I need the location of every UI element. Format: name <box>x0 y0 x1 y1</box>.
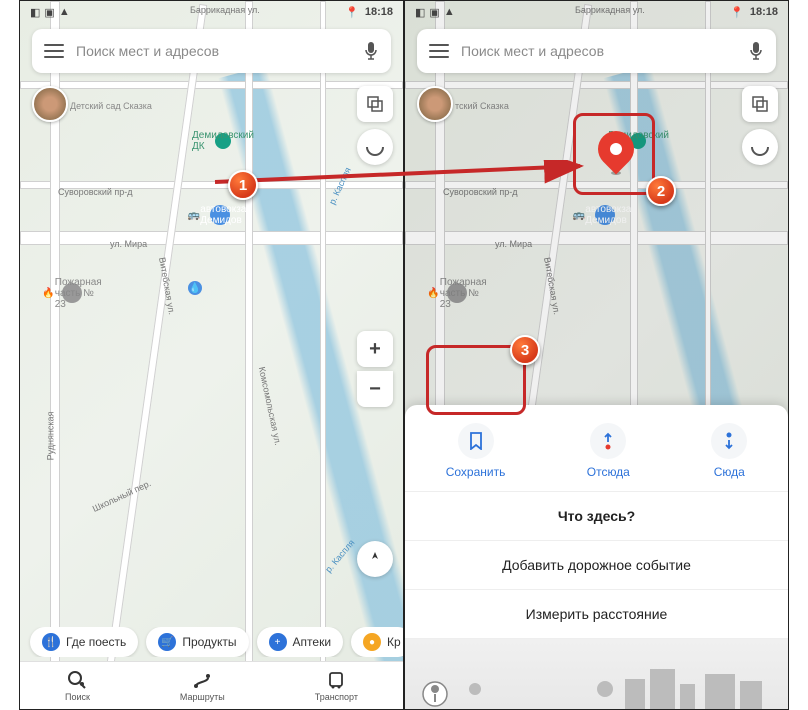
compass-button[interactable] <box>357 541 393 577</box>
sheet-actions: Сохранить Отсюда Сюда <box>405 405 788 491</box>
menu-icon[interactable] <box>44 44 64 58</box>
traffic-button[interactable] <box>357 129 393 165</box>
search-icon <box>67 670 87 690</box>
to-here-button[interactable]: Сюда <box>711 423 747 479</box>
street-label: Суворовский пр-д <box>58 187 133 197</box>
avatar[interactable] <box>32 86 68 122</box>
screenshot-left: ул. Мира Суворовский пр-д Баррикадная ул… <box>19 0 404 710</box>
traffic-button[interactable] <box>742 129 778 165</box>
status-bar: ◧▣▲ 📍 18:18 <box>20 1 403 23</box>
bookmark-icon <box>458 423 494 459</box>
pin-icon <box>591 124 642 175</box>
street-label: ул. Мира <box>110 239 147 249</box>
location-icon: 📍 <box>730 6 744 19</box>
layers-button[interactable] <box>357 86 393 122</box>
food-icon: 🍴 <box>42 633 60 651</box>
status-bar: ◧▣▲ 📍 18:18 <box>405 1 788 23</box>
whats-here-button[interactable]: Что здесь? <box>405 492 788 541</box>
chip-pharmacy[interactable]: +Аптеки <box>257 627 344 657</box>
zoom-out-button[interactable]: − <box>357 371 393 407</box>
add-event-button[interactable]: Добавить дорожное событие <box>405 541 788 590</box>
screenshot-right: ул. Мира Суворовский пр-д Баррикадная ул… <box>404 0 789 710</box>
mic-icon[interactable] <box>748 41 764 61</box>
status-icons-left: ◧▣▲ <box>30 6 70 19</box>
arrow-up-icon <box>590 423 626 459</box>
chip-more[interactable]: ●Кр <box>351 627 403 657</box>
routes-icon <box>192 670 212 690</box>
poi-water[interactable]: 💧 <box>188 281 202 295</box>
mic-icon[interactable] <box>363 41 379 61</box>
measure-button[interactable]: Измерить расстояние <box>405 590 788 639</box>
from-here-button[interactable]: Отсюда <box>587 423 630 479</box>
search-placeholder[interactable]: Поиск мест и адресов <box>76 43 351 59</box>
chip-products[interactable]: 🛒Продукты <box>146 627 248 657</box>
annotation-badge-2: 2 <box>646 176 676 206</box>
status-icons-left: ◧▣▲ <box>415 6 455 19</box>
plus-icon: + <box>269 633 287 651</box>
sheet-list: Что здесь? Добавить дорожное событие Изм… <box>405 491 788 639</box>
map-pin[interactable] <box>598 131 634 175</box>
status-time: 18:18 <box>365 6 393 18</box>
layers-button[interactable] <box>742 86 778 122</box>
poi-culture-house[interactable]: Демидовский ДК <box>215 133 231 149</box>
annotation-badge-1: 1 <box>228 170 258 200</box>
save-button[interactable]: Сохранить <box>446 423 506 479</box>
street-label: Школьный пер. <box>91 478 153 514</box>
location-icon: 📍 <box>345 6 359 19</box>
poi-bus-station[interactable]: 🚌автовокзал Демидов <box>210 205 230 225</box>
cart-icon: 🛒 <box>158 633 176 651</box>
nav-transport[interactable]: Транспорт <box>315 670 358 702</box>
search-bar[interactable]: Поиск мест и адресов <box>32 29 391 73</box>
bottom-nav: Поиск Маршруты Транспорт <box>20 661 403 709</box>
street-label: Комсомольская ул. <box>257 366 283 446</box>
bottom-sheet: Сохранить Отсюда Сюда Что здесь? Добавит… <box>405 405 788 709</box>
skyline-illustration <box>405 659 788 709</box>
arrow-down-icon <box>711 423 747 459</box>
bus-icon <box>326 670 346 690</box>
menu-icon[interactable] <box>429 44 449 58</box>
poi-kindergarten-label: Детский сад Сказка <box>70 101 152 111</box>
poi-fire-station[interactable]: 🔥Пожарная часть № 23 <box>62 283 82 303</box>
annotation-badge-3: 3 <box>510 335 540 365</box>
zoom-in-button[interactable]: + <box>357 331 393 367</box>
more-icon: ● <box>363 633 381 651</box>
search-placeholder[interactable]: Поиск мест и адресов <box>461 43 736 59</box>
search-bar[interactable]: Поиск мест и адресов <box>417 29 776 73</box>
chip-food[interactable]: 🍴Где поесть <box>30 627 138 657</box>
avatar[interactable] <box>417 86 453 122</box>
nav-routes[interactable]: Маршруты <box>180 670 225 702</box>
category-chips: 🍴Где поесть 🛒Продукты +Аптеки ●Кр <box>20 627 403 657</box>
nav-search[interactable]: Поиск <box>65 670 90 702</box>
street-label: Руднянская <box>45 412 55 461</box>
sheet-footer <box>405 639 788 709</box>
map-canvas[interactable]: ул. Мира Суворовский пр-д Баррикадная ул… <box>20 1 403 709</box>
status-time: 18:18 <box>750 6 778 18</box>
